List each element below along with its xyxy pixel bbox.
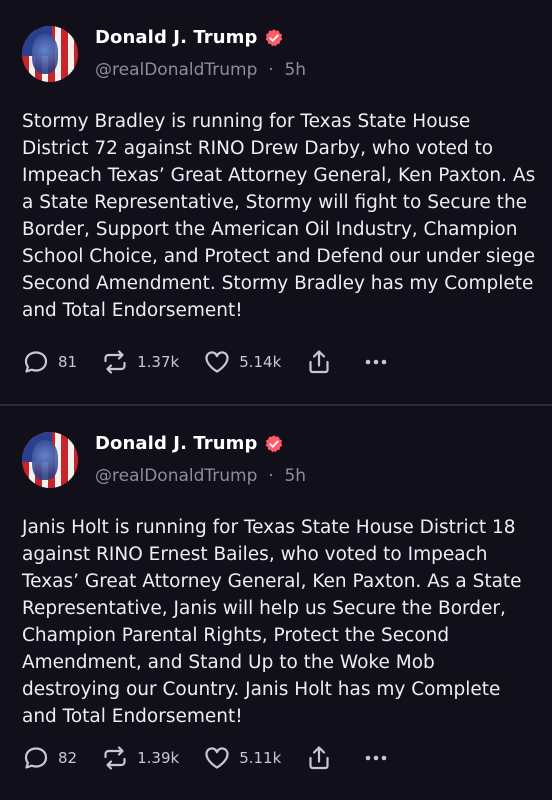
repost-count: 1.37k [137, 353, 180, 371]
like-count: 5.14k [239, 353, 282, 371]
heart-icon [205, 747, 229, 769]
author-avatar[interactable] [22, 26, 78, 82]
meta-separator: · [262, 466, 280, 486]
heart-icon [205, 351, 229, 373]
post-card[interactable]: Donald J. Trump @realDonaldTrump · 5h Ja… [0, 404, 552, 800]
repost-button[interactable]: 1.39k [101, 744, 179, 772]
handle-row: @realDonaldTrump · 5h [95, 466, 306, 486]
post-actions: 82 1.39k 5.11k [22, 740, 413, 776]
reply-bubble-icon [24, 747, 48, 769]
repost-count: 1.39k [137, 749, 180, 767]
more-options-button[interactable] [363, 349, 389, 375]
post-card[interactable]: Donald J. Trump @realDonaldTrump · 5h St… [0, 0, 552, 404]
reply-bubble-icon [24, 351, 48, 373]
share-upload-icon [309, 350, 329, 374]
repost-arrows-icon [104, 350, 126, 374]
author-handle[interactable]: @realDonaldTrump [95, 466, 257, 486]
reply-button[interactable]: 81 [22, 348, 77, 376]
post-body: Janis Holt is running for Texas State Ho… [22, 517, 522, 727]
post-timestamp[interactable]: 5h [284, 466, 306, 486]
repost-arrows-icon [104, 746, 126, 770]
like-button[interactable]: 5.11k [203, 744, 281, 772]
author-name-row: Donald J. Trump [95, 433, 284, 454]
author-handle[interactable]: @realDonaldTrump [95, 60, 257, 80]
author-name[interactable]: Donald J. Trump [95, 433, 258, 454]
verified-badge-icon [265, 28, 282, 46]
post-body: Stormy Bradley is running for Texas Stat… [22, 111, 536, 321]
share-button[interactable] [305, 348, 333, 376]
author-name[interactable]: Donald J. Trump [95, 27, 258, 48]
like-button[interactable]: 5.14k [203, 348, 281, 376]
more-options-button[interactable] [363, 745, 389, 771]
handle-row: @realDonaldTrump · 5h [95, 60, 306, 80]
reply-button[interactable]: 82 [22, 744, 77, 772]
avatar-portrait [32, 440, 58, 480]
reply-count: 82 [58, 749, 78, 767]
verified-badge-icon [265, 434, 282, 452]
post-timestamp[interactable]: 5h [284, 60, 306, 80]
more-dots-icon [365, 359, 387, 365]
repost-button[interactable]: 1.37k [101, 348, 179, 376]
avatar-portrait [32, 34, 58, 74]
meta-separator: · [262, 60, 280, 80]
author-name-row: Donald J. Trump [95, 27, 284, 48]
like-count: 5.11k [239, 749, 282, 767]
post-actions: 81 1.37k 5.14k [22, 344, 413, 380]
author-avatar[interactable] [22, 432, 78, 488]
more-dots-icon [365, 755, 387, 761]
share-button[interactable] [305, 744, 333, 772]
reply-count: 81 [58, 353, 78, 371]
share-upload-icon [309, 746, 329, 770]
